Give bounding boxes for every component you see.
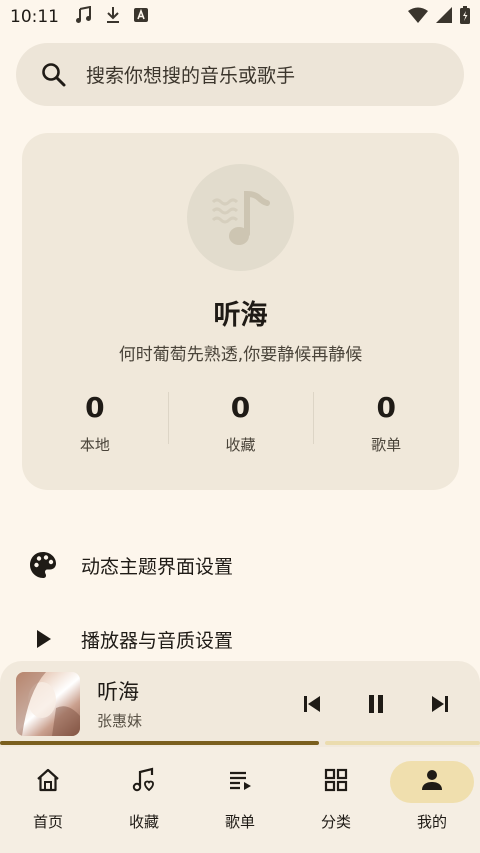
search-bar[interactable]: 搜索你想搜的音乐或歌手 [16, 43, 464, 106]
person-icon [418, 766, 446, 798]
status-time: 10:11 [10, 7, 59, 27]
search-placeholder: 搜索你想搜的音乐或歌手 [86, 65, 296, 87]
profile-stats: 0 本地 0 收藏 0 歌单 [22, 388, 459, 458]
a-badge-icon [133, 7, 149, 27]
pause-icon [369, 695, 383, 713]
nav-label: 首页 [32, 813, 63, 831]
palette-icon [28, 550, 58, 580]
skip-previous-button[interactable] [297, 689, 327, 719]
nav-pill [198, 761, 282, 803]
song-title: 听海 [97, 680, 139, 704]
skip-previous-icon [304, 696, 320, 712]
play-icon [28, 624, 58, 654]
mini-player[interactable]: 听海 张惠妹 [0, 661, 480, 747]
menu-label: 动态主题界面设置 [81, 555, 234, 578]
stat-value: 0 [230, 391, 251, 424]
progress-played [0, 741, 319, 745]
nav-pill [294, 761, 378, 803]
menu-item-theme-settings[interactable]: 动态主题界面设置 [0, 537, 480, 593]
stat-label: 歌单 [371, 436, 402, 454]
nav-pill [102, 761, 186, 803]
nav-label: 我的 [416, 813, 447, 831]
music-wave-icon [201, 176, 281, 260]
profile-card: 听海 何时葡萄先熟透,你要静候再静候 0 本地 0 收藏 0 歌单 [22, 133, 459, 490]
bottom-nav: 首页 收藏 歌单 分类 我的 [0, 747, 480, 853]
stat-value: 0 [85, 391, 105, 424]
avatar[interactable] [187, 164, 294, 271]
wifi-icon [408, 7, 428, 27]
stat-favorites[interactable]: 0 收藏 [167, 388, 314, 458]
skip-next-icon [432, 696, 448, 712]
search-icon [40, 61, 68, 89]
nav-label: 歌单 [224, 813, 255, 831]
profile-bio: 何时葡萄先熟透,你要静候再静候 [118, 345, 363, 365]
category-icon [322, 766, 350, 798]
stat-playlists[interactable]: 0 歌单 [313, 388, 459, 458]
status-system-icons [408, 6, 470, 28]
music-note-icon [75, 5, 93, 28]
playlist-icon [226, 766, 254, 798]
home-icon [34, 766, 62, 798]
menu-item-player-settings[interactable]: 播放器与音质设置 [0, 611, 480, 667]
nav-item-mine[interactable]: 我的 [384, 747, 480, 853]
nav-item-favorites[interactable]: 收藏 [96, 747, 192, 853]
download-icon [105, 6, 121, 28]
nav-label: 收藏 [128, 813, 159, 831]
nav-item-home[interactable]: 首页 [0, 747, 96, 853]
nav-pill [6, 761, 90, 803]
menu-label: 播放器与音质设置 [81, 629, 234, 652]
nav-label: 分类 [320, 813, 351, 831]
status-bar: 10:11 [0, 0, 480, 34]
playback-progress[interactable] [0, 741, 480, 745]
status-notification-icons [75, 5, 149, 28]
favorite-music-icon [130, 766, 158, 798]
album-art[interactable] [16, 672, 80, 736]
song-artist: 张惠妹 [97, 712, 143, 730]
stat-local[interactable]: 0 本地 [22, 388, 168, 458]
profile-name: 听海 [213, 300, 268, 331]
nav-item-categories[interactable]: 分类 [288, 747, 384, 853]
pause-button[interactable] [361, 689, 391, 719]
stat-label: 本地 [79, 436, 110, 454]
stat-value: 0 [376, 391, 396, 424]
battery-icon [460, 6, 470, 28]
signal-icon [436, 7, 452, 27]
skip-next-button[interactable] [425, 689, 455, 719]
stat-label: 收藏 [225, 436, 256, 454]
nav-pill-active [390, 761, 474, 803]
progress-remaining [325, 741, 480, 745]
nav-item-playlists[interactable]: 歌单 [192, 747, 288, 853]
